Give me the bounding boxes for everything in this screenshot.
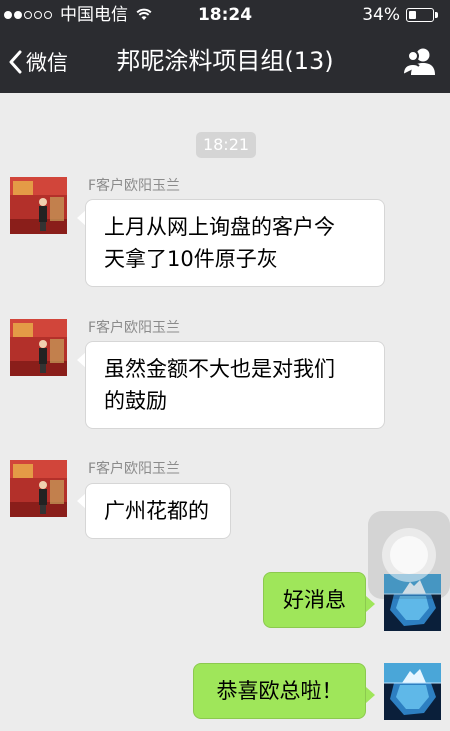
status-bar: 中国电信 18:24 34%: [0, 0, 450, 30]
bubble-tail: [366, 596, 375, 612]
battery-icon: [406, 8, 438, 22]
chat-title: 邦昵涂料项目组(13): [116, 47, 334, 75]
back-label: 微信: [26, 51, 68, 75]
message-line: 上月从网上询盘的客户今: [104, 215, 335, 239]
sender-name: F客户欧阳玉兰: [88, 178, 181, 194]
group-members-icon[interactable]: [402, 46, 436, 76]
message-line: 好消息: [283, 588, 346, 612]
avatar-photo-icon: [10, 177, 67, 234]
sender-avatar[interactable]: [10, 177, 67, 234]
chat-area[interactable]: 18:21 F客户欧阳玉兰 上月从网上询盘的客户今 天拿了10件原子灰 F客户欧…: [0, 93, 450, 731]
bubble-tail: [366, 687, 375, 703]
avatar-photo-icon: [10, 319, 67, 376]
sender-avatar[interactable]: [10, 319, 67, 376]
assistive-touch-button[interactable]: [368, 511, 450, 599]
sender-avatar[interactable]: [10, 460, 67, 517]
battery-level: [409, 11, 416, 19]
sender-name: F客户欧阳玉兰: [88, 320, 181, 336]
battery-percentage: 34%: [362, 5, 400, 25]
iceberg-avatar-icon: [384, 663, 441, 720]
message-line: 天拿了10件原子灰: [104, 247, 278, 271]
message-line: 虽然金额不大也是对我们: [104, 357, 335, 381]
chevron-left-icon: [9, 50, 22, 74]
message-line: 的鼓励: [104, 389, 167, 413]
message-line: 广州花都的: [104, 499, 209, 523]
outgoing-message-bubble[interactable]: 好消息: [263, 572, 366, 628]
incoming-message-bubble[interactable]: 虽然金额不大也是对我们 的鼓励: [85, 341, 385, 429]
nav-bar: 微信 邦昵涂料项目组(13): [0, 30, 450, 93]
top-bar: 中国电信 18:24 34% 微信 邦昵涂料项目组(13): [0, 0, 450, 93]
message-line: 恭喜欧总啦！: [216, 679, 343, 703]
assistive-touch-inner-ring: [390, 536, 428, 574]
message-timestamp: 18:21: [196, 132, 256, 158]
avatar-photo-icon: [10, 460, 67, 517]
incoming-message-bubble[interactable]: 上月从网上询盘的客户今 天拿了10件原子灰: [85, 199, 385, 287]
battery-cap: [435, 12, 438, 18]
incoming-message-bubble[interactable]: 广州花都的: [85, 483, 231, 539]
sender-name: F客户欧阳玉兰: [88, 461, 181, 477]
outgoing-message-bubble[interactable]: 恭喜欧总啦！: [193, 663, 366, 719]
back-button[interactable]: 微信: [8, 44, 68, 80]
my-avatar[interactable]: [384, 663, 441, 720]
